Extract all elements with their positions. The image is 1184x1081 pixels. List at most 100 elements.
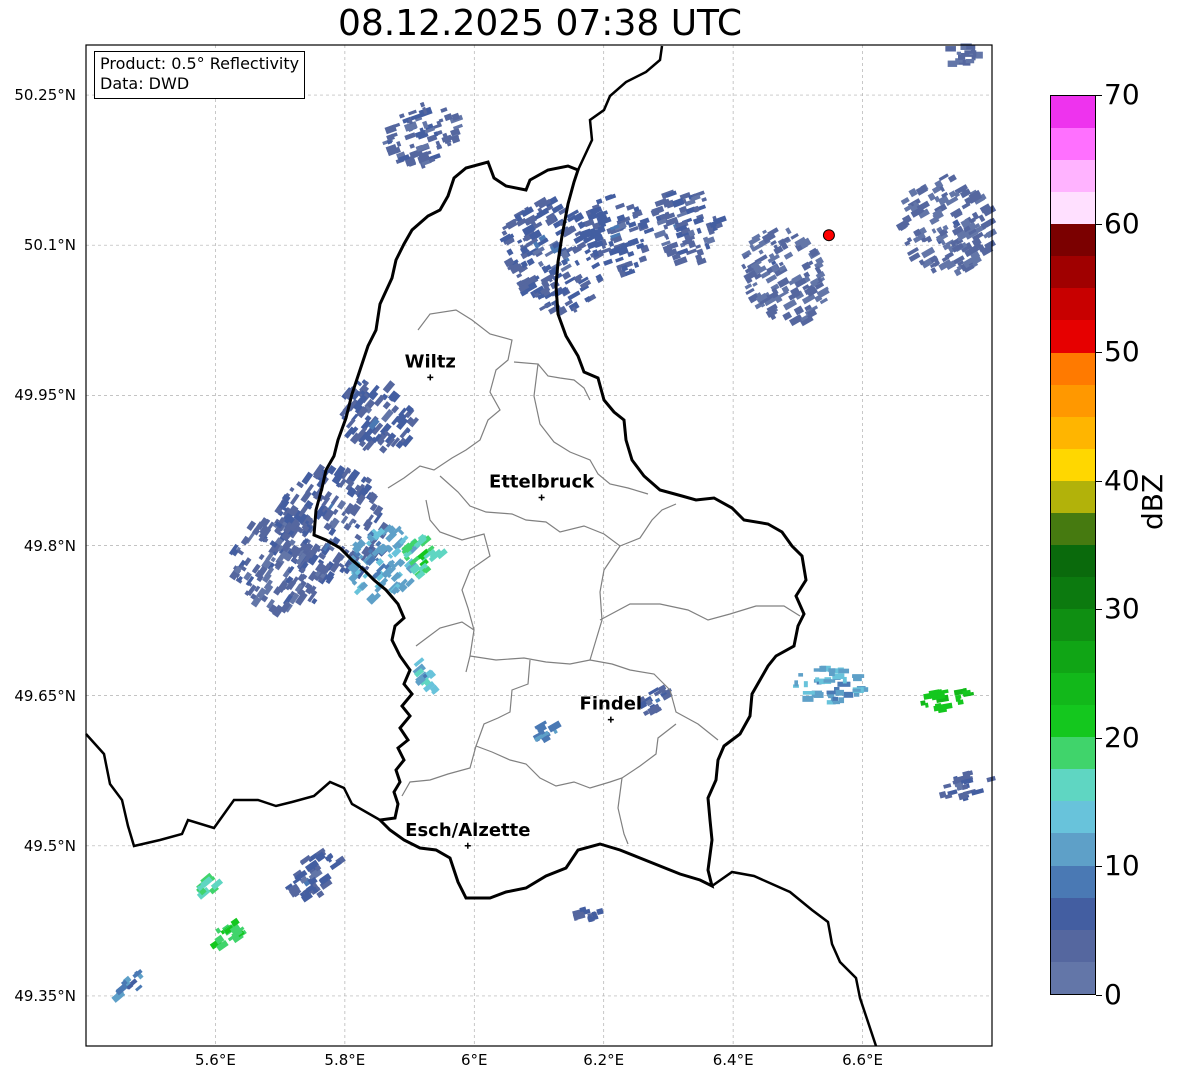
colorbar-segment [1051, 320, 1095, 353]
city-label: Wiltz [405, 351, 456, 372]
echo-pixel [409, 143, 415, 149]
echo-pixel [595, 198, 603, 205]
radar-site-marker [822, 229, 835, 242]
echo-cell [895, 173, 998, 277]
colorbar-segment [1051, 448, 1095, 481]
colorbar-tick-label: 10 [1104, 849, 1140, 883]
lat-label: 49.5°N [23, 836, 76, 855]
echo-pixel [301, 471, 314, 485]
colorbar-segment [1051, 833, 1095, 866]
echo-pixel [654, 697, 661, 703]
echo-pixel [920, 700, 926, 706]
canton-boundaries [387, 309, 801, 845]
echo-pixel [671, 197, 685, 208]
echo-pixel [626, 203, 635, 211]
echo-pixel [823, 679, 836, 683]
lon-label: 5.6°E [195, 1051, 236, 1069]
echo-pixel [506, 248, 514, 256]
echo-cell [209, 917, 247, 952]
echo-pixel [957, 699, 964, 705]
echo-pixel [135, 984, 143, 992]
echo-pixel [837, 668, 850, 674]
echo-pixel [965, 58, 975, 64]
echo-pixel [300, 490, 312, 504]
lon-label: 6.6°E [842, 1051, 883, 1069]
echo-pixel [517, 239, 523, 244]
echo-pixel [574, 259, 580, 266]
echo-pixel [608, 240, 615, 247]
echo-pixel [986, 775, 996, 783]
city-marker: Findel [580, 694, 643, 723]
echo-pixel [945, 46, 956, 52]
echo-pixel [215, 927, 222, 934]
echo-pixel [798, 673, 804, 677]
echo-cell [793, 665, 869, 705]
germany-border-north [576, 45, 664, 171]
echo-pixel [584, 248, 591, 255]
echo-pixel [289, 486, 295, 493]
echo-cell [945, 43, 983, 67]
echo-pixel [762, 229, 768, 235]
echo-pixel [853, 674, 862, 682]
city-label: Findel [580, 694, 643, 715]
echo-pixel [937, 689, 943, 695]
canton-line-6 [589, 545, 621, 661]
echo-pixel [516, 272, 523, 279]
echo-pixel [405, 577, 415, 588]
colorbar-tick [1096, 737, 1102, 739]
echo-cell [920, 687, 975, 714]
colorbar-segment [1051, 96, 1095, 129]
echo-pixel [930, 267, 937, 274]
echo-pixel [815, 677, 820, 682]
colorbar-tick-label: 0 [1104, 978, 1122, 1011]
echo-pixel [782, 311, 793, 321]
echo-cell [382, 101, 464, 169]
echo-pixel [396, 140, 402, 148]
echo-pixel [422, 120, 429, 129]
echo-pixel [596, 908, 604, 916]
city-cross-icon [464, 842, 471, 849]
colorbar-segment [1051, 160, 1095, 193]
echo-pixel [803, 681, 808, 688]
echo-cell [938, 770, 996, 802]
colorbar-segment [1051, 865, 1095, 898]
colorbar-tick-label: 50 [1104, 335, 1140, 369]
echo-pixel [956, 51, 962, 55]
city-cross-icon [607, 716, 614, 723]
colorbar-tick [1096, 480, 1102, 482]
echo-pixel [758, 249, 764, 255]
germany-border-south [711, 870, 878, 1047]
echo-pixel [615, 256, 624, 263]
canton-line-7 [599, 603, 801, 621]
echo-cell [401, 533, 448, 580]
lat-label: 49.8°N [23, 536, 76, 555]
echo-pixel [379, 445, 388, 454]
echo-pixel [966, 45, 976, 50]
colorbar-tick [1096, 95, 1102, 96]
echo-pixel [340, 515, 349, 525]
colorbar-segment [1051, 416, 1095, 449]
colorbar-tick [1096, 223, 1102, 225]
echo-pixel [638, 255, 648, 263]
colorbar-tick-label: 60 [1104, 206, 1140, 240]
echo-pixel [852, 688, 861, 692]
echo-pixel [501, 230, 508, 236]
echo-pixel [695, 244, 702, 249]
colorbar-segment [1051, 480, 1095, 513]
echo-pixel [802, 691, 815, 695]
echo-pixel [794, 680, 799, 687]
city-marker: Esch/Alzette [405, 820, 530, 849]
echo-pixel [345, 418, 356, 429]
lat-label: 50.1°N [23, 236, 76, 255]
echo-pixel [927, 192, 936, 202]
echo-pixel [908, 187, 918, 198]
lat-label: 49.35°N [14, 986, 76, 1005]
echo-pixel [744, 283, 753, 290]
city-cross-icon [538, 494, 545, 501]
echo-pixel [971, 788, 985, 796]
echo-pixel [604, 194, 614, 201]
city-label: Esch/Alzette [405, 820, 530, 841]
lon-label: 6.2°E [583, 1051, 625, 1069]
echo-pixel [585, 256, 592, 262]
lat-label: 50.25°N [14, 86, 76, 105]
